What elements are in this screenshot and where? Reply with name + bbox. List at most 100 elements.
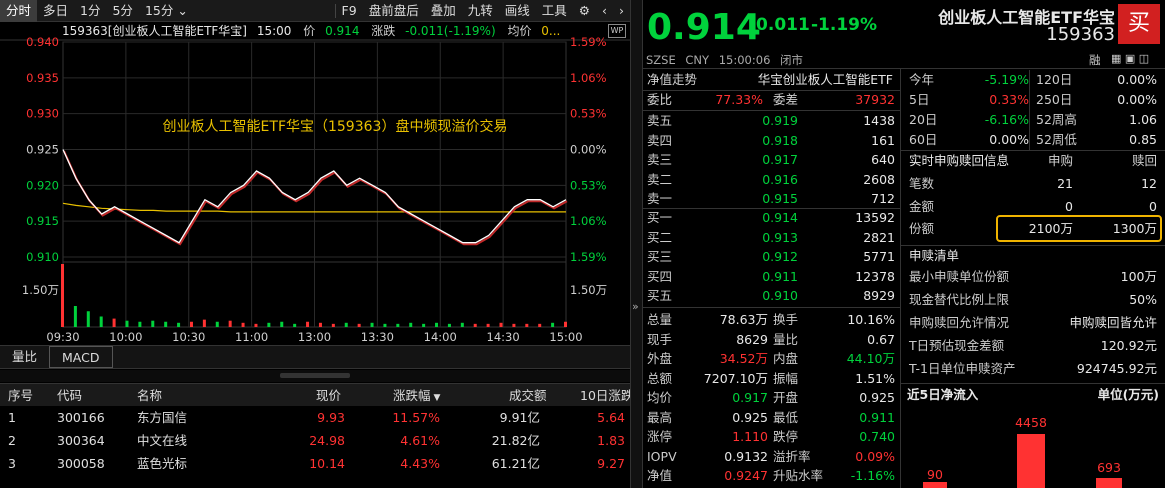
f9-button[interactable]: F9	[336, 0, 363, 22]
nine-turn-button[interactable]: 九转	[462, 0, 499, 22]
right-tick-label: 1.59%	[570, 35, 607, 49]
col-index[interactable]: 序号	[8, 384, 33, 407]
ask-price[interactable]: 0.917	[723, 150, 798, 169]
stat-label: 总额	[647, 370, 673, 386]
stat-value: 7207.10万	[703, 370, 768, 386]
left-tick-label: 0.925	[26, 143, 59, 157]
ask-volume: 161	[871, 132, 895, 148]
market-status: 闭市	[780, 53, 804, 67]
col-change-pct[interactable]: 涨跌幅 ▼	[393, 384, 440, 407]
weicha-label: 委差	[773, 92, 799, 107]
left-tick-label: 0.915	[26, 214, 59, 228]
volume-bar	[331, 323, 335, 327]
panel-splitter[interactable]: »	[630, 0, 643, 488]
perf-value: 0.00%	[989, 132, 1029, 147]
tab-1min[interactable]: 1分	[74, 0, 106, 22]
table-cell: 蓝色光标	[137, 456, 188, 471]
collapse-handle[interactable]	[280, 373, 350, 378]
double-chevron-icon[interactable]: »	[632, 300, 639, 313]
ask-price[interactable]: 0.915	[723, 189, 798, 208]
col-code[interactable]: 代码	[57, 384, 82, 407]
table-cell: 61.21亿	[491, 456, 540, 471]
perf-value: 0.00%	[1117, 72, 1157, 87]
volume-bar	[112, 318, 116, 327]
stat-value: 1.51%	[855, 370, 895, 386]
ask-volume: 1438	[863, 113, 895, 128]
col-10d-change[interactable]: 10日涨跌	[580, 384, 633, 407]
stat-value: 0.740	[859, 429, 895, 444]
volume-bar	[151, 320, 155, 327]
list-row-label: 最小申赎单位份额	[909, 269, 1010, 284]
ask-volume: 2608	[863, 171, 895, 187]
tab-intraday[interactable]: 分时	[0, 0, 38, 22]
stat-label: 外盘	[647, 351, 673, 366]
subscribe-row-label: 份额	[909, 221, 935, 236]
price-change-pct: -1.19%	[811, 15, 878, 35]
volume-bar	[564, 321, 567, 327]
bid-price[interactable]: 0.911	[723, 267, 798, 286]
stat-label: 总量	[647, 312, 673, 327]
table-cell: 10.14	[309, 456, 345, 471]
list-row-value: 100万	[1120, 269, 1157, 284]
volume-bar	[267, 322, 271, 327]
grid-icon[interactable]: ▦ ▣ ◫	[1111, 52, 1149, 65]
table-cell: 3	[8, 456, 16, 471]
stock-table-body: 1 300166 东方国信 9.93 11.57% 9.91亿 5.64 2 300364 中文在…	[0, 406, 630, 488]
netflow-title: 近5日净流入	[907, 387, 979, 402]
stat-label: 均价	[647, 390, 673, 405]
chevron-left-icon[interactable]: ‹	[596, 0, 613, 22]
bid-price[interactable]: 0.912	[723, 247, 798, 266]
table-cell: 4.43%	[400, 456, 440, 471]
stat-label: 内盘	[773, 351, 799, 366]
buy-button[interactable]: 买	[1118, 4, 1160, 44]
volume-bar	[499, 322, 503, 327]
table-row[interactable]: 1 300166 东方国信 9.93 11.57% 9.91亿 5.64	[0, 406, 630, 429]
table-row[interactable]: 3 300058 蓝色光标 10.14 4.43% 61.21亿 9.27	[0, 452, 630, 475]
col-price[interactable]: 现价	[316, 384, 341, 407]
divider	[643, 307, 900, 308]
perf-label: 60日	[909, 132, 938, 147]
ask-level-label: 卖三	[647, 152, 673, 167]
quote-time: 15:00:06	[718, 53, 771, 67]
netflow-value-1: 90	[927, 467, 943, 482]
weibi-label: 委比	[647, 92, 673, 107]
ask-volume: 712	[871, 191, 895, 206]
right-tick-label: 1.59%	[570, 250, 607, 264]
table-row[interactable]: 2 300364 中文在线 24.98 4.61% 21.82亿 1.83	[0, 429, 630, 452]
tab-macd[interactable]: MACD	[49, 346, 113, 368]
stat-value: 0.925	[859, 390, 895, 405]
volume-bar	[86, 311, 90, 327]
tab-15min[interactable]: 15分 ⌄	[139, 0, 194, 22]
margin-badge: 融	[1089, 53, 1101, 67]
tools-button[interactable]: 工具	[536, 0, 573, 22]
bid-price[interactable]: 0.914	[723, 208, 798, 227]
highlight-box	[996, 215, 1162, 242]
pre-post-button[interactable]: 盘前盘后	[363, 0, 425, 22]
ask-price[interactable]: 0.916	[723, 170, 798, 189]
perf-value: 1.06	[1129, 112, 1157, 127]
draw-line-button[interactable]: 画线	[499, 0, 536, 22]
list-row-label: 申购赎回允许情况	[909, 315, 1010, 330]
collapse-bar[interactable]	[0, 370, 630, 382]
time-tick-label: 13:00	[298, 330, 331, 344]
ask-price[interactable]: 0.918	[723, 131, 798, 150]
time-tick-label: 15:00	[549, 330, 582, 344]
stat-label: 净值	[647, 468, 673, 483]
col-turnover[interactable]: 成交额	[509, 384, 547, 407]
chart-annotation: 创业板人工智能ETF华宝（159363）盘中频现溢价交易	[163, 118, 508, 135]
stat-value: 0.09%	[855, 448, 895, 464]
tab-multiday[interactable]: 多日	[37, 0, 74, 22]
col-name[interactable]: 名称	[137, 384, 162, 407]
stock-table-header: 序号 代码 名称 现价 涨跌幅 ▼ 成交额 10日涨跌	[0, 383, 633, 407]
tab-volume-ratio[interactable]: 量比	[0, 346, 49, 368]
bid-price[interactable]: 0.913	[723, 228, 798, 247]
chevron-right-icon[interactable]: ›	[613, 0, 630, 22]
overlay-button[interactable]: 叠加	[425, 0, 462, 22]
nav-trend-label[interactable]: 净值走势	[647, 70, 697, 89]
bid-price[interactable]: 0.910	[723, 286, 798, 305]
volume-bar	[357, 323, 361, 327]
gear-icon[interactable]: ⚙	[573, 0, 596, 22]
ask-price[interactable]: 0.919	[723, 111, 798, 130]
volume-bar	[538, 323, 542, 327]
tab-5min[interactable]: 5分	[106, 0, 138, 22]
